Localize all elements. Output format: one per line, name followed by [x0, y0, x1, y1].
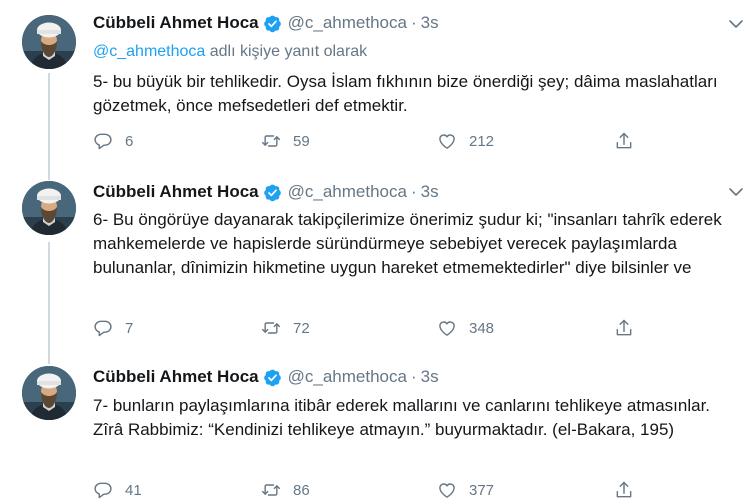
- retweet-icon: [261, 131, 281, 151]
- chevron-down-icon[interactable]: [728, 19, 744, 29]
- tweet-header: Cübbeli Ahmet Hoca @c_ahmethoca · 3s: [93, 367, 439, 387]
- tweet-3[interactable]: Cübbeli Ahmet Hoca @c_ahmethoca · 3s 7- …: [0, 354, 756, 500]
- share-icon: [614, 480, 634, 500]
- share-button[interactable]: [614, 480, 646, 500]
- retweet-button[interactable]: 86: [261, 480, 310, 500]
- like-count: 212: [469, 132, 495, 150]
- tweet-1[interactable]: Cübbeli Ahmet Hoca @c_ahmethoca · 3s @c_…: [0, 0, 756, 173]
- separator-dot: ·: [410, 367, 417, 386]
- heart-icon: [437, 318, 457, 338]
- like-count: 348: [469, 319, 495, 337]
- avatar-image: [22, 181, 76, 235]
- separator-dot: ·: [410, 13, 417, 32]
- author-handle[interactable]: @c_ahmethoca: [288, 13, 407, 33]
- tweet-header: Cübbeli Ahmet Hoca @c_ahmethoca · 3s: [93, 13, 439, 33]
- verified-badge-icon: [263, 368, 282, 387]
- reply-context: @c_ahmethoca adlı kişiye yanıt olarak: [93, 43, 367, 61]
- retweet-button[interactable]: 59: [261, 131, 310, 151]
- share-button[interactable]: [614, 131, 646, 151]
- thread-line: [48, 73, 50, 173]
- reply-count: 7: [125, 319, 134, 337]
- avatar[interactable]: [22, 181, 76, 235]
- avatar-image: [22, 366, 76, 420]
- timestamp[interactable]: 3s: [421, 13, 439, 33]
- retweet-icon: [261, 480, 281, 500]
- author-name[interactable]: Cübbeli Ahmet Hoca: [93, 367, 259, 387]
- reply-mention-link[interactable]: @c_ahmethoca: [93, 43, 205, 60]
- author-name[interactable]: Cübbeli Ahmet Hoca: [93, 13, 259, 33]
- reply-button[interactable]: 7: [93, 318, 133, 338]
- timestamp[interactable]: 3s: [421, 367, 439, 387]
- thread-line: [48, 354, 50, 364]
- author-handle[interactable]: @c_ahmethoca: [288, 367, 407, 387]
- retweet-count: 72: [293, 319, 310, 337]
- share-button[interactable]: [614, 318, 646, 338]
- reply-icon: [93, 318, 113, 338]
- retweet-count: 59: [293, 132, 310, 150]
- like-count: 377: [469, 481, 495, 499]
- reply-button[interactable]: 41: [93, 480, 142, 500]
- like-button[interactable]: 212: [437, 131, 494, 151]
- reply-count: 6: [125, 132, 134, 150]
- action-bar: 41 86 377: [93, 480, 653, 500]
- thread-line: [48, 168, 50, 180]
- avatar[interactable]: [22, 366, 76, 420]
- reply-icon: [93, 480, 113, 500]
- thread-line: [48, 242, 50, 356]
- verified-badge-icon: [263, 183, 282, 202]
- separator-dot: ·: [410, 182, 417, 201]
- reply-count: 41: [125, 481, 142, 499]
- like-button[interactable]: 348: [437, 318, 494, 338]
- tweet-header: Cübbeli Ahmet Hoca @c_ahmethoca · 3s: [93, 182, 439, 202]
- verified-badge-icon: [263, 14, 282, 33]
- reply-context-text: adlı kişiye yanıt olarak: [205, 43, 368, 60]
- action-bar: 6 59 212: [93, 131, 653, 153]
- reply-icon: [93, 131, 113, 151]
- tweet-text: 6- Bu öngörüye dayanarak takipçilerimize…: [93, 210, 722, 277]
- timestamp[interactable]: 3s: [421, 182, 439, 202]
- tweet-text: 5- bu büyük bir tehlikedir. Oysa İslam f…: [93, 72, 718, 115]
- retweet-button[interactable]: 72: [261, 318, 310, 338]
- chevron-down-icon[interactable]: [728, 187, 744, 197]
- action-bar: 7 72 348: [93, 318, 653, 340]
- heart-icon: [437, 131, 457, 151]
- like-button[interactable]: 377: [437, 480, 494, 500]
- heart-icon: [437, 480, 457, 500]
- retweet-icon: [261, 318, 281, 338]
- avatar[interactable]: [22, 15, 76, 69]
- author-handle[interactable]: @c_ahmethoca: [288, 182, 407, 202]
- tweet-2[interactable]: Cübbeli Ahmet Hoca @c_ahmethoca · 3s 6- …: [0, 168, 756, 356]
- author-name[interactable]: Cübbeli Ahmet Hoca: [93, 182, 259, 202]
- avatar-image: [22, 15, 76, 69]
- retweet-count: 86: [293, 481, 310, 499]
- tweet-text: 7- bunların paylaşımlarına itibâr ederek…: [93, 396, 711, 439]
- share-icon: [614, 318, 634, 338]
- share-icon: [614, 131, 634, 151]
- reply-button[interactable]: 6: [93, 131, 133, 151]
